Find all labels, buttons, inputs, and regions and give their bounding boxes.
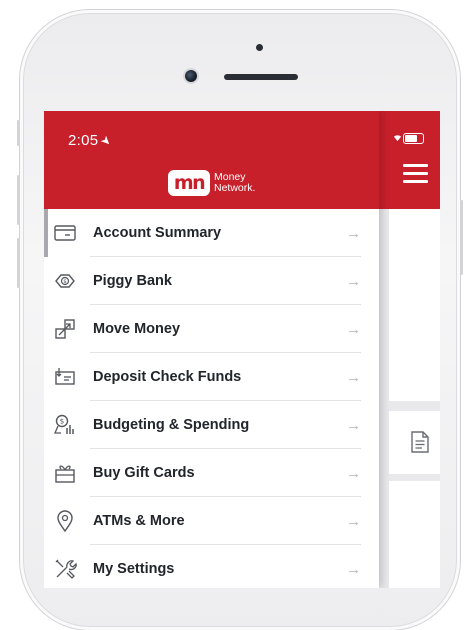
hamburger-menu-button[interactable]: [403, 164, 428, 188]
arrow-right-icon: →: [346, 320, 361, 338]
mute-switch: [17, 120, 20, 146]
deposit-check-icon: [53, 365, 77, 389]
arrow-right-icon: →: [346, 512, 361, 530]
menu-item-label: My Settings: [93, 561, 175, 577]
menu-item-budgeting-spending[interactable]: $ Budgeting & Spending →: [44, 401, 379, 449]
proximity-sensor: [256, 44, 263, 51]
account-summary-icon: [53, 221, 77, 245]
menu-item-label: Account Summary: [93, 225, 222, 241]
battery-icon: [403, 133, 424, 144]
front-camera: [185, 70, 197, 82]
main-header: [379, 111, 440, 209]
volume-up-button: [17, 175, 20, 225]
app-screen: 2:05➤ mn Money Network. Account Summary …: [44, 111, 440, 588]
budgeting-icon: $: [53, 413, 77, 437]
power-button: [460, 200, 463, 275]
arrow-right-icon: →: [346, 368, 361, 386]
menu-list: Account Summary → $ Piggy Bank → Move Mo…: [44, 209, 379, 588]
menu-item-label: Move Money: [93, 321, 181, 337]
main-content-behind: [379, 111, 440, 588]
move-money-icon: [53, 317, 77, 341]
document-card[interactable]: [389, 411, 440, 474]
arrow-right-icon: →: [346, 272, 361, 290]
menu-item-atms-more[interactable]: ATMs & More →: [44, 497, 379, 545]
menu-item-move-money[interactable]: Move Money →: [44, 305, 379, 353]
menu-item-piggy-bank[interactable]: $ Piggy Bank →: [44, 257, 379, 305]
content-card: [389, 481, 440, 588]
menu-item-my-settings[interactable]: My Settings →: [44, 545, 379, 588]
side-menu: 2:05➤ mn Money Network. Account Summary …: [44, 111, 379, 588]
menu-item-deposit-check-funds[interactable]: Deposit Check Funds →: [44, 353, 379, 401]
arrow-right-icon: →: [346, 224, 361, 242]
svg-text:$: $: [60, 418, 64, 426]
money-network-logo: mn Money Network.: [168, 170, 255, 196]
logo-mark: mn: [168, 170, 210, 196]
status-time: 2:05➤: [68, 132, 116, 150]
menu-item-label: Budgeting & Spending: [93, 417, 250, 433]
location-arrow-icon: ➤: [97, 132, 116, 150]
piggy-bank-icon: $: [53, 269, 77, 293]
menu-item-buy-gift-cards[interactable]: Buy Gift Cards →: [44, 449, 379, 497]
settings-tools-icon: [53, 557, 77, 581]
menu-item-account-summary[interactable]: Account Summary →: [44, 209, 379, 257]
content-card: [389, 209, 440, 401]
menu-item-label: ATMs & More: [93, 513, 185, 529]
menu-item-label: Piggy Bank: [93, 273, 172, 289]
document-icon: [411, 431, 429, 453]
arrow-right-icon: →: [346, 464, 361, 482]
time-label: 2:05: [68, 132, 99, 149]
svg-text:$: $: [63, 279, 67, 285]
menu-header: 2:05➤ mn Money Network.: [44, 111, 379, 209]
gift-card-icon: [53, 461, 77, 485]
volume-down-button: [17, 238, 20, 288]
earpiece-speaker: [224, 74, 298, 80]
arrow-right-icon: →: [346, 560, 361, 578]
arrow-right-icon: →: [346, 416, 361, 434]
logo-line2: Network.: [214, 182, 256, 194]
logo-wordmark: Money Network.: [214, 172, 255, 194]
menu-item-label: Deposit Check Funds: [93, 369, 242, 385]
location-pin-icon: [53, 509, 77, 533]
menu-item-label: Buy Gift Cards: [93, 465, 195, 481]
wifi-icon: [393, 133, 402, 144]
